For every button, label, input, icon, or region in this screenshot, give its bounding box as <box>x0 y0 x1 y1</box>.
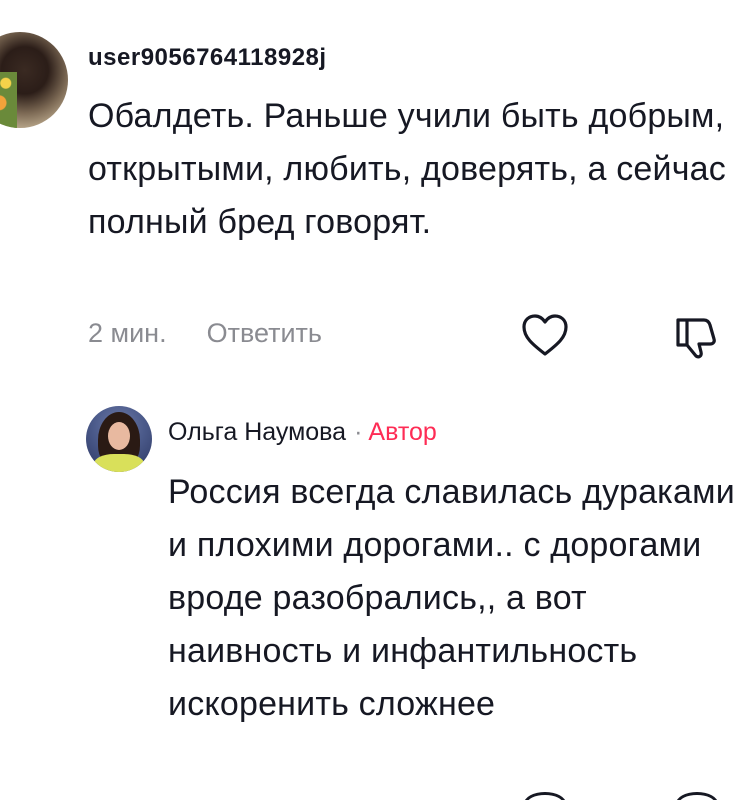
partial-action-icons <box>0 790 756 800</box>
comment-username[interactable]: Ольга Наумова <box>168 418 346 447</box>
avatar-shirt <box>94 454 144 472</box>
comment-text: Обалдеть. Раньше учили быть добрым, откр… <box>88 97 726 241</box>
avatar[interactable] <box>86 406 152 472</box>
comment-item: user9056764118928j Обалдеть. Раньше учил… <box>0 30 756 370</box>
comment-header: Ольга Наумова · Автор <box>168 418 437 447</box>
thumbs-down-outline-icon[interactable] <box>676 792 718 800</box>
heart-outline-icon[interactable] <box>524 792 566 800</box>
comment-text: Россия всегда славилась дураками и плохи… <box>168 473 735 723</box>
avatar[interactable] <box>0 32 68 128</box>
comment-username[interactable]: user9056764118928j <box>88 44 327 72</box>
reply-comment-item: Ольга Наумова · Автор Россия всегда слав… <box>0 400 756 800</box>
comment-timestamp: 2 мин. <box>88 318 167 348</box>
heart-outline-icon[interactable] <box>520 312 570 358</box>
author-badge: Автор <box>368 418 437 446</box>
thumbs-down-outline-icon[interactable] <box>668 314 718 360</box>
avatar-face <box>108 422 130 450</box>
avatar-flowers-decoration <box>0 72 17 128</box>
comment-meta: 2 мин. Ответить <box>88 318 322 349</box>
reply-button[interactable]: Ответить <box>207 318 322 349</box>
separator-dot: · <box>354 418 363 446</box>
